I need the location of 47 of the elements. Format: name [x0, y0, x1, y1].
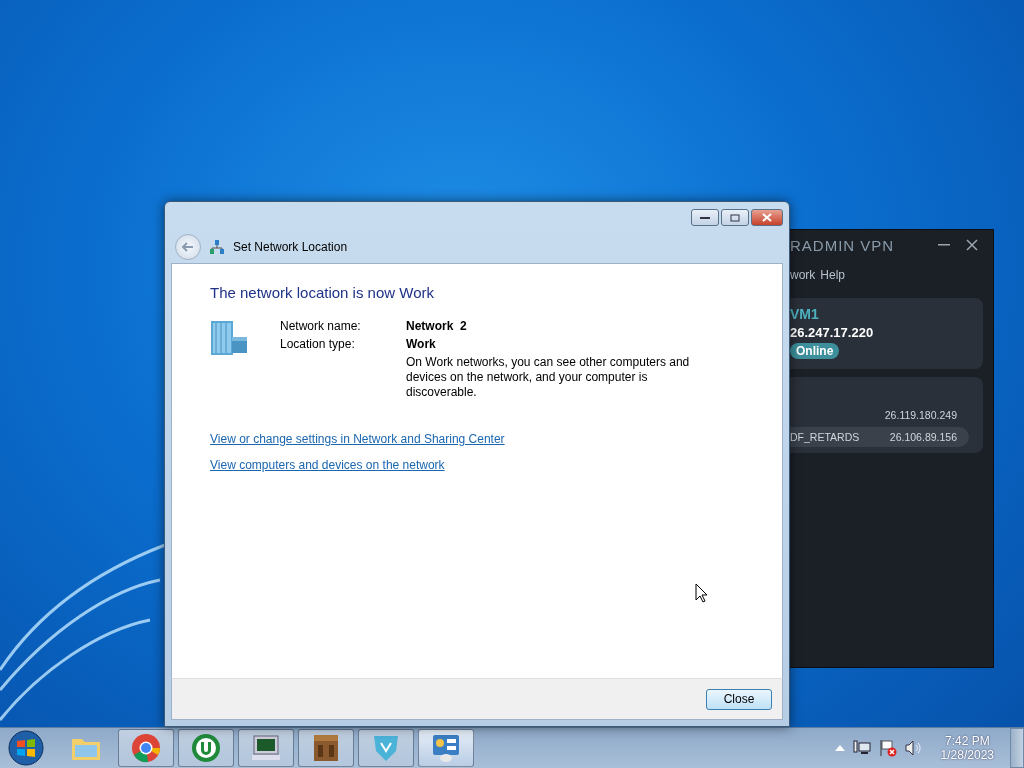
network-icon[interactable] — [852, 740, 871, 756]
field-value: Work — [406, 337, 437, 351]
network-name: VM1 — [790, 306, 819, 322]
taskbar-app-button[interactable] — [418, 729, 474, 767]
close-icon — [966, 239, 978, 251]
shield-icon — [372, 733, 400, 763]
mouse-pointer-icon — [695, 583, 708, 603]
crate-icon — [312, 733, 340, 763]
speaker-icon[interactable] — [904, 740, 923, 756]
minimize-button[interactable] — [691, 209, 719, 226]
close-button[interactable] — [751, 209, 783, 226]
settings-link[interactable]: View computers and devices on the network — [210, 458, 445, 472]
menu-item[interactable]: work — [790, 268, 816, 292]
window-title: Set Network Location — [233, 239, 348, 254]
torrent-icon — [191, 733, 221, 763]
menu-item[interactable]: Help — [820, 268, 846, 292]
app-logo: RADMIN VPN — [790, 236, 896, 254]
settings-link[interactable]: View or change settings in Network and Sharing Center — [210, 432, 505, 446]
monitor-icon — [250, 734, 282, 762]
close-icon — [762, 213, 772, 222]
field-value: Network 2 — [406, 319, 468, 333]
description-text: On Work networks, you can see other computers and devices on the network, and your computer is discoverable. — [406, 355, 691, 400]
field-label: Network name: — [280, 319, 362, 333]
taskbar-app-button[interactable] — [118, 729, 174, 767]
taskbar-app-button[interactable] — [238, 729, 294, 767]
peer-ip: 26.106.89.156 — [889, 431, 957, 443]
taskbar-app-button[interactable] — [298, 729, 354, 767]
field-label: Location type: — [280, 337, 356, 351]
peer-row[interactable]: 26.119.180.249 — [790, 405, 969, 425]
peer-name: DF_RETARDS — [790, 431, 861, 443]
status-badge: Online — [790, 343, 840, 359]
maximize-button[interactable] — [721, 209, 749, 226]
office-building-icon — [210, 319, 248, 357]
heading: The network location is now Work — [210, 284, 435, 301]
taskbar-app-button[interactable] — [358, 729, 414, 767]
flag-error-icon[interactable] — [878, 739, 897, 757]
taskbar-app-button[interactable] — [178, 729, 234, 767]
peer-row[interactable]: DF_RETARDS 26.106.89.156 — [790, 427, 969, 447]
control-panel-icon — [431, 733, 461, 763]
network-icon — [209, 238, 225, 255]
back-arrow-icon — [182, 241, 194, 252]
ip-address: 26.247.17.220 — [790, 325, 874, 340]
peer-ip: 26.119.180.249 — [884, 409, 957, 421]
minimize-icon — [938, 244, 950, 246]
maximize-icon — [730, 213, 740, 222]
browser-icon — [131, 733, 161, 763]
close-dialog-button[interactable]: Close — [706, 688, 772, 710]
